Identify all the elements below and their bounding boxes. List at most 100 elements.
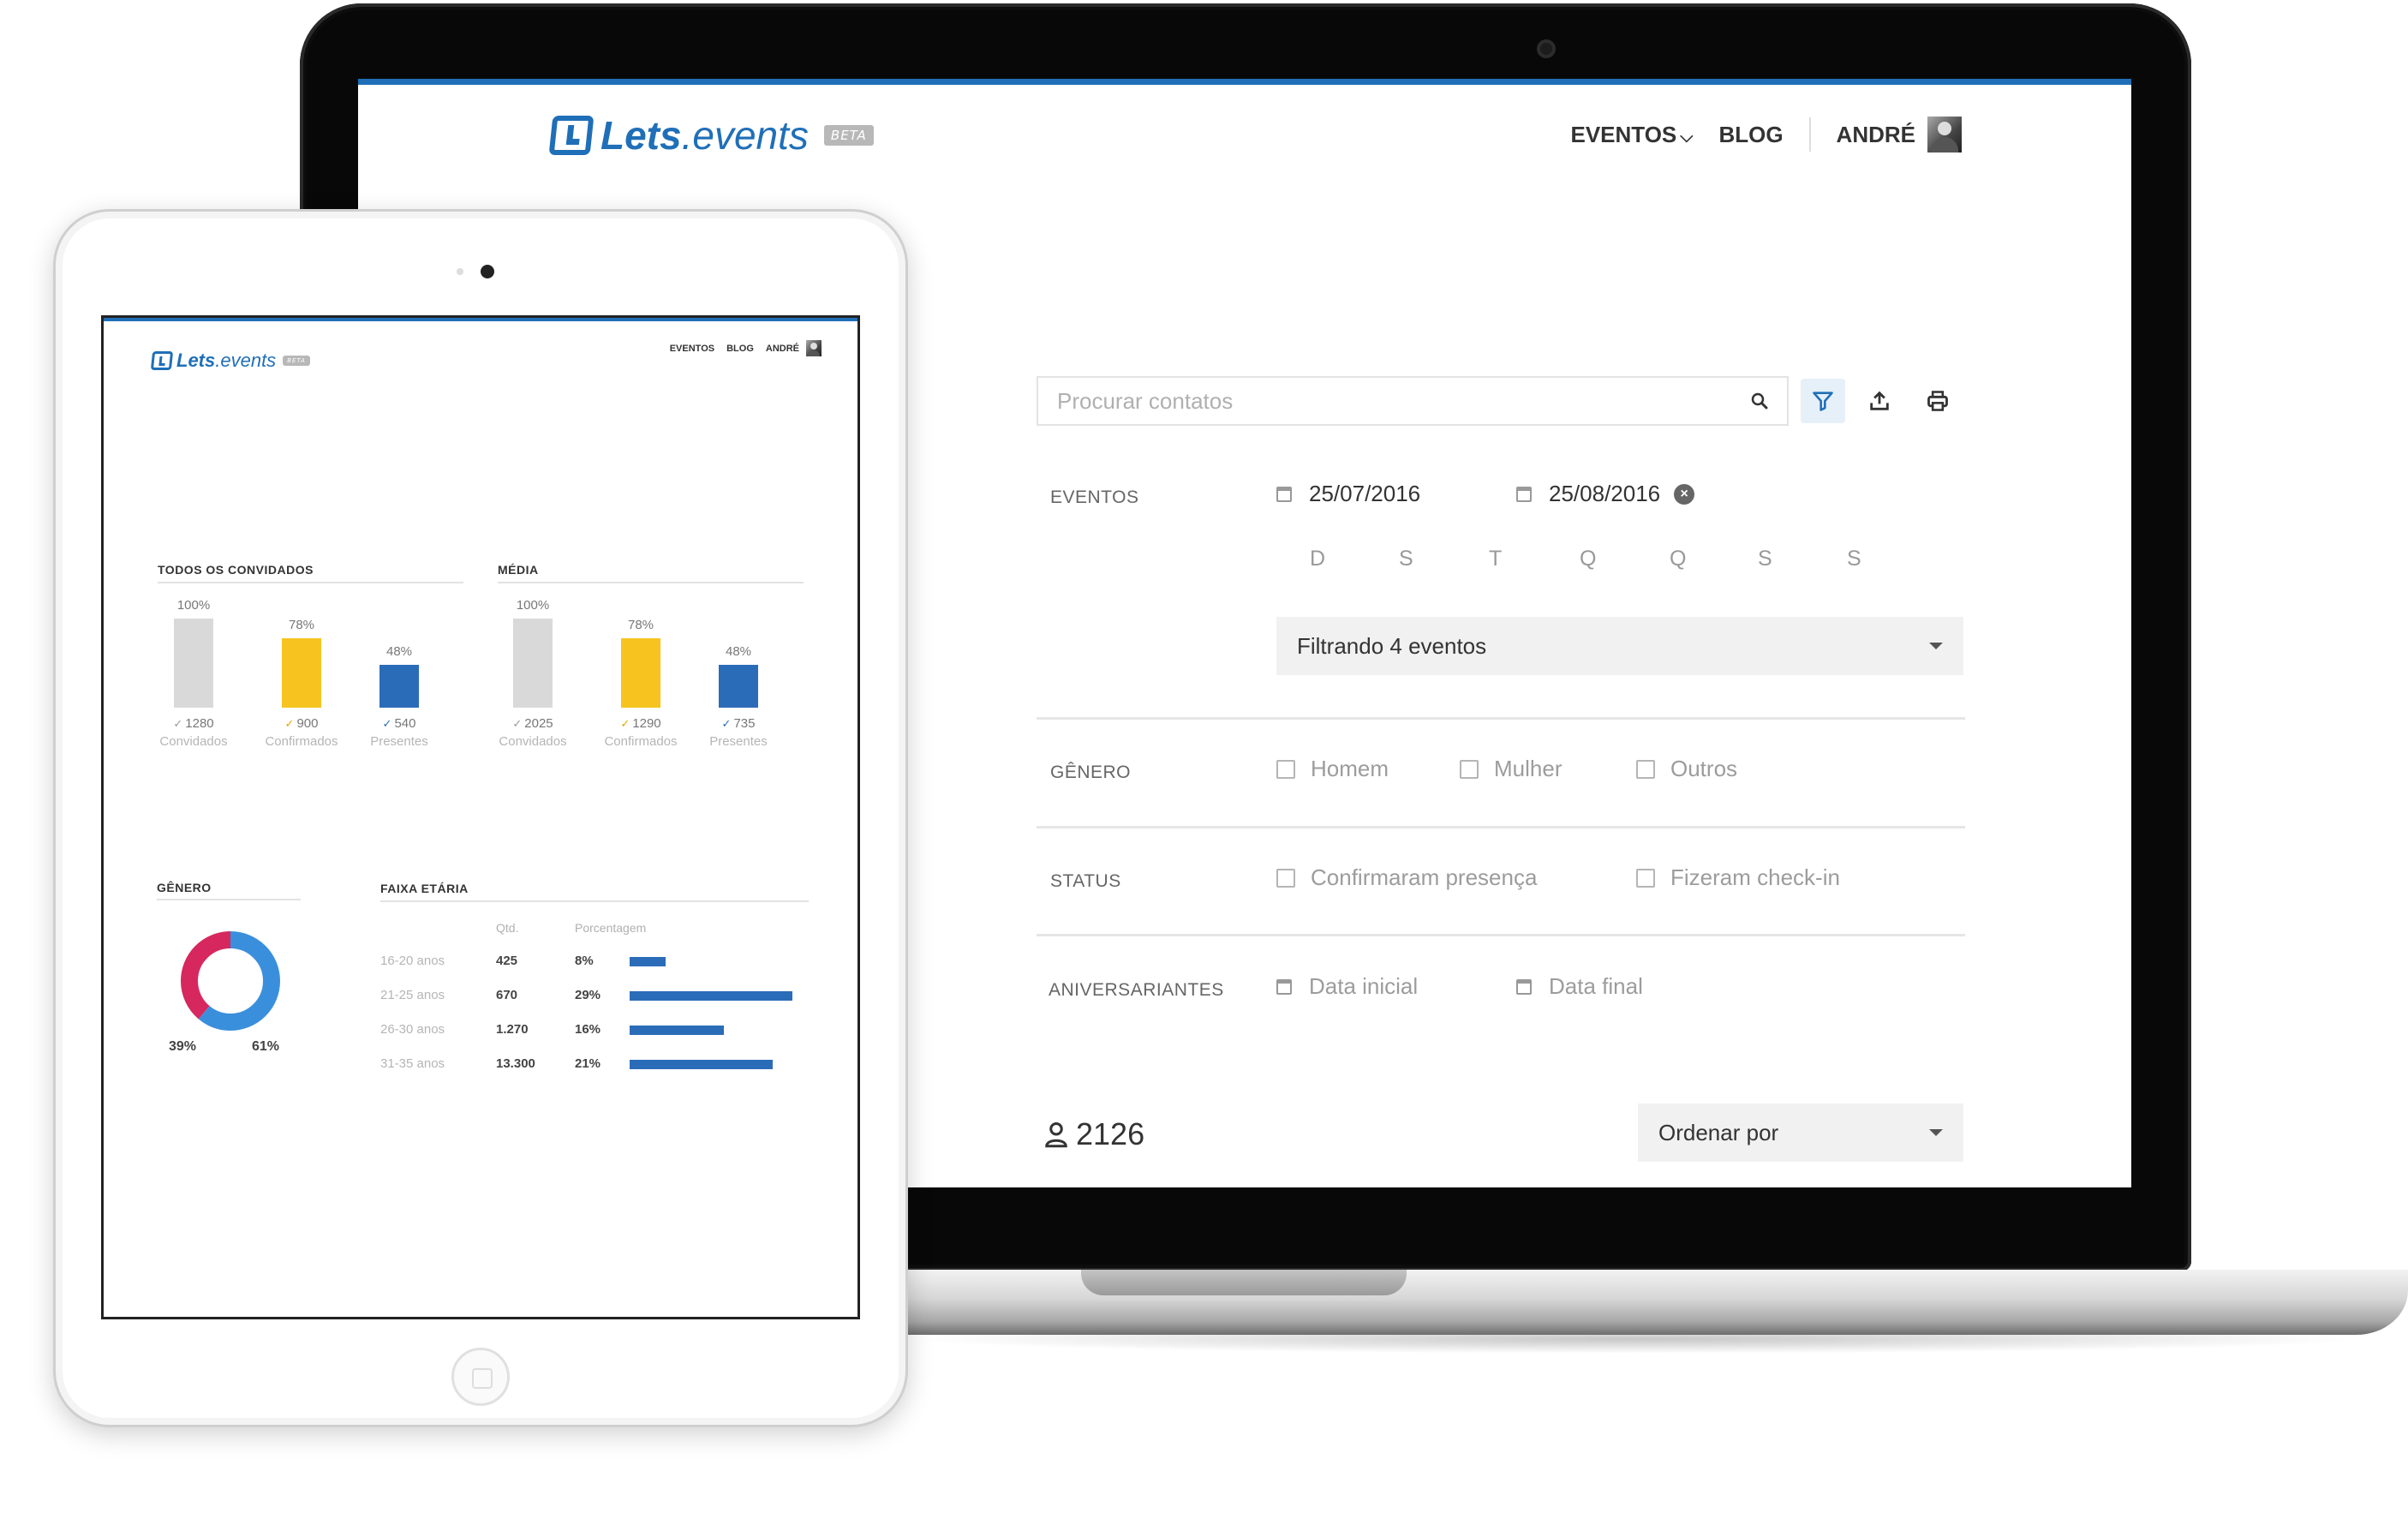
check-icon: ✓ xyxy=(284,717,295,730)
todos-bar-2 xyxy=(379,665,419,708)
app-logo[interactable]: Lets.events BETA xyxy=(548,110,874,161)
nav-user[interactable]: ANDRÉ xyxy=(766,344,799,354)
weekday-monday[interactable]: S xyxy=(1399,547,1413,571)
logo-mark-icon xyxy=(548,116,595,155)
media-pct-label-2: 48% xyxy=(725,644,752,659)
todos-bar-0 xyxy=(174,619,213,708)
faixa-row-bar xyxy=(630,991,792,1001)
calendar-icon xyxy=(1516,978,1532,995)
todos-value-label-1: ✓ 900 xyxy=(284,716,319,731)
media-pct-label-0: 100% xyxy=(516,598,550,613)
nav-blog[interactable]: BLOG xyxy=(726,344,754,354)
divider xyxy=(1037,934,1965,936)
avatar[interactable] xyxy=(1927,117,1962,152)
faixa-row-qty: 425 xyxy=(496,954,518,968)
faixa-row-label: 21-25 anos xyxy=(380,988,445,1002)
laptop-notch xyxy=(1081,1270,1407,1295)
export-button[interactable] xyxy=(1857,379,1902,423)
weekday-tuesday[interactable]: T xyxy=(1489,547,1502,571)
nav-user[interactable]: ANDRÉ xyxy=(1837,122,1915,148)
section-rule xyxy=(380,900,809,902)
laptop-camera xyxy=(1537,39,1556,58)
media-pct-label-1: 78% xyxy=(627,618,654,632)
tablet-nav: EVENTOS BLOG ANDRÉ xyxy=(658,340,822,356)
checkbox-homem[interactable]: Homem xyxy=(1276,756,1389,782)
weekday-thursday[interactable]: Q xyxy=(1670,547,1686,571)
media-category-label-2: Presentes xyxy=(709,734,768,749)
genero-donut-chart xyxy=(181,931,280,1031)
date-start-field[interactable]: 25/07/2016 xyxy=(1276,481,1420,507)
tablet-sensor xyxy=(457,268,463,275)
faixa-row-label: 16-20 anos xyxy=(380,954,445,968)
check-icon: ✓ xyxy=(620,717,630,730)
weekday-wednesday[interactable]: Q xyxy=(1580,547,1596,571)
chevron-down-icon: ⌵ xyxy=(1680,127,1694,147)
weekday-saturday[interactable]: S xyxy=(1847,547,1861,571)
sort-select-value: Ordenar por xyxy=(1658,1119,1779,1145)
tablet-camera xyxy=(481,265,494,278)
nav-eventos[interactable]: EVENTOS xyxy=(670,344,714,354)
media-category-label-0: Convidados xyxy=(499,734,567,749)
nav-blog[interactable]: BLOG xyxy=(1718,122,1783,148)
avatar[interactable] xyxy=(806,340,822,356)
todos-value-label-2: ✓ 540 xyxy=(382,716,416,731)
beta-badge: BETA xyxy=(823,125,874,146)
clear-icon[interactable]: × xyxy=(1674,483,1695,505)
upload-icon xyxy=(1870,391,1889,410)
top-accent-bar xyxy=(358,79,2131,85)
checkbox-checkin[interactable]: Fizeram check-in xyxy=(1636,864,1840,891)
checkbox-outros[interactable]: Outros xyxy=(1636,756,1737,782)
tablet-app-logo[interactable]: Lets.events BETA xyxy=(150,335,310,386)
faixa-row-bar xyxy=(630,957,666,966)
faixa-row-qty: 1.270 xyxy=(496,1022,529,1037)
check-icon: ✓ xyxy=(721,717,732,730)
todos-category-label-0: Convidados xyxy=(159,734,228,749)
logo-mark-icon xyxy=(150,351,174,370)
col-porcentagem: Porcentagem xyxy=(575,921,647,935)
nav-eventos[interactable]: EVENTOS ⌵ xyxy=(1570,122,1693,148)
filter-button[interactable] xyxy=(1801,379,1845,423)
eventos-label: EVENTOS xyxy=(1050,487,1139,507)
faixa-row-qty: 13.300 xyxy=(496,1056,535,1071)
weekday-sunday[interactable]: D xyxy=(1310,547,1325,571)
faixa-row-pct: 21% xyxy=(575,1056,601,1071)
birthday-start-field[interactable]: Data inicial xyxy=(1276,973,1418,1000)
aniversariantes-label: ANIVERSARIANTES xyxy=(1049,980,1224,1000)
todos-category-label-2: Presentes xyxy=(370,734,428,749)
checkbox-confirmaram[interactable]: Confirmaram presença xyxy=(1276,864,1537,891)
faixa-title: FAIXA ETÁRIA xyxy=(380,882,469,895)
date-end-field[interactable]: 25/08/2016 × xyxy=(1516,481,1695,507)
search-icon[interactable] xyxy=(1749,391,1770,411)
check-icon: ✓ xyxy=(512,717,523,730)
checkbox-icon xyxy=(1276,868,1295,888)
print-button[interactable] xyxy=(1915,379,1960,423)
todos-category-label-1: Confirmados xyxy=(265,734,338,749)
calendar-icon xyxy=(1516,486,1532,502)
eventos-select-value: Filtrando 4 eventos xyxy=(1297,632,1487,659)
birthday-end-field[interactable]: Data final xyxy=(1516,973,1643,1000)
media-bar-2 xyxy=(719,665,758,708)
sort-select[interactable]: Ordenar por xyxy=(1638,1103,1963,1162)
search-input[interactable] xyxy=(1055,386,1749,416)
checkbox-icon xyxy=(1460,759,1479,779)
tablet-screen: Lets.events BETA EVENTOS BLOG ANDRÉ TODO… xyxy=(101,315,860,1319)
section-rule xyxy=(158,582,463,583)
media-bar-1 xyxy=(621,638,660,708)
todos-pct-label-2: 48% xyxy=(385,644,413,659)
checkbox-icon xyxy=(1636,759,1655,779)
genero-title: GÊNERO xyxy=(157,881,212,894)
calendar-icon xyxy=(1276,978,1292,995)
weekday-friday[interactable]: S xyxy=(1758,547,1772,571)
eventos-select[interactable]: Filtrando 4 eventos xyxy=(1276,617,1963,675)
media-value-label-1: ✓ 1290 xyxy=(620,716,661,731)
section-rule xyxy=(498,582,804,583)
status-label: STATUS xyxy=(1050,871,1121,891)
checkbox-mulher[interactable]: Mulher xyxy=(1460,756,1562,782)
home-button[interactable] xyxy=(451,1348,510,1406)
faixa-row-qty: 670 xyxy=(496,988,518,1002)
printer-icon xyxy=(1927,391,1948,411)
check-icon: ✓ xyxy=(382,717,392,730)
todos-pct-label-1: 78% xyxy=(288,618,315,632)
faixa-row-pct: 8% xyxy=(575,954,594,968)
genero-pct-left: 39% xyxy=(169,1039,197,1054)
